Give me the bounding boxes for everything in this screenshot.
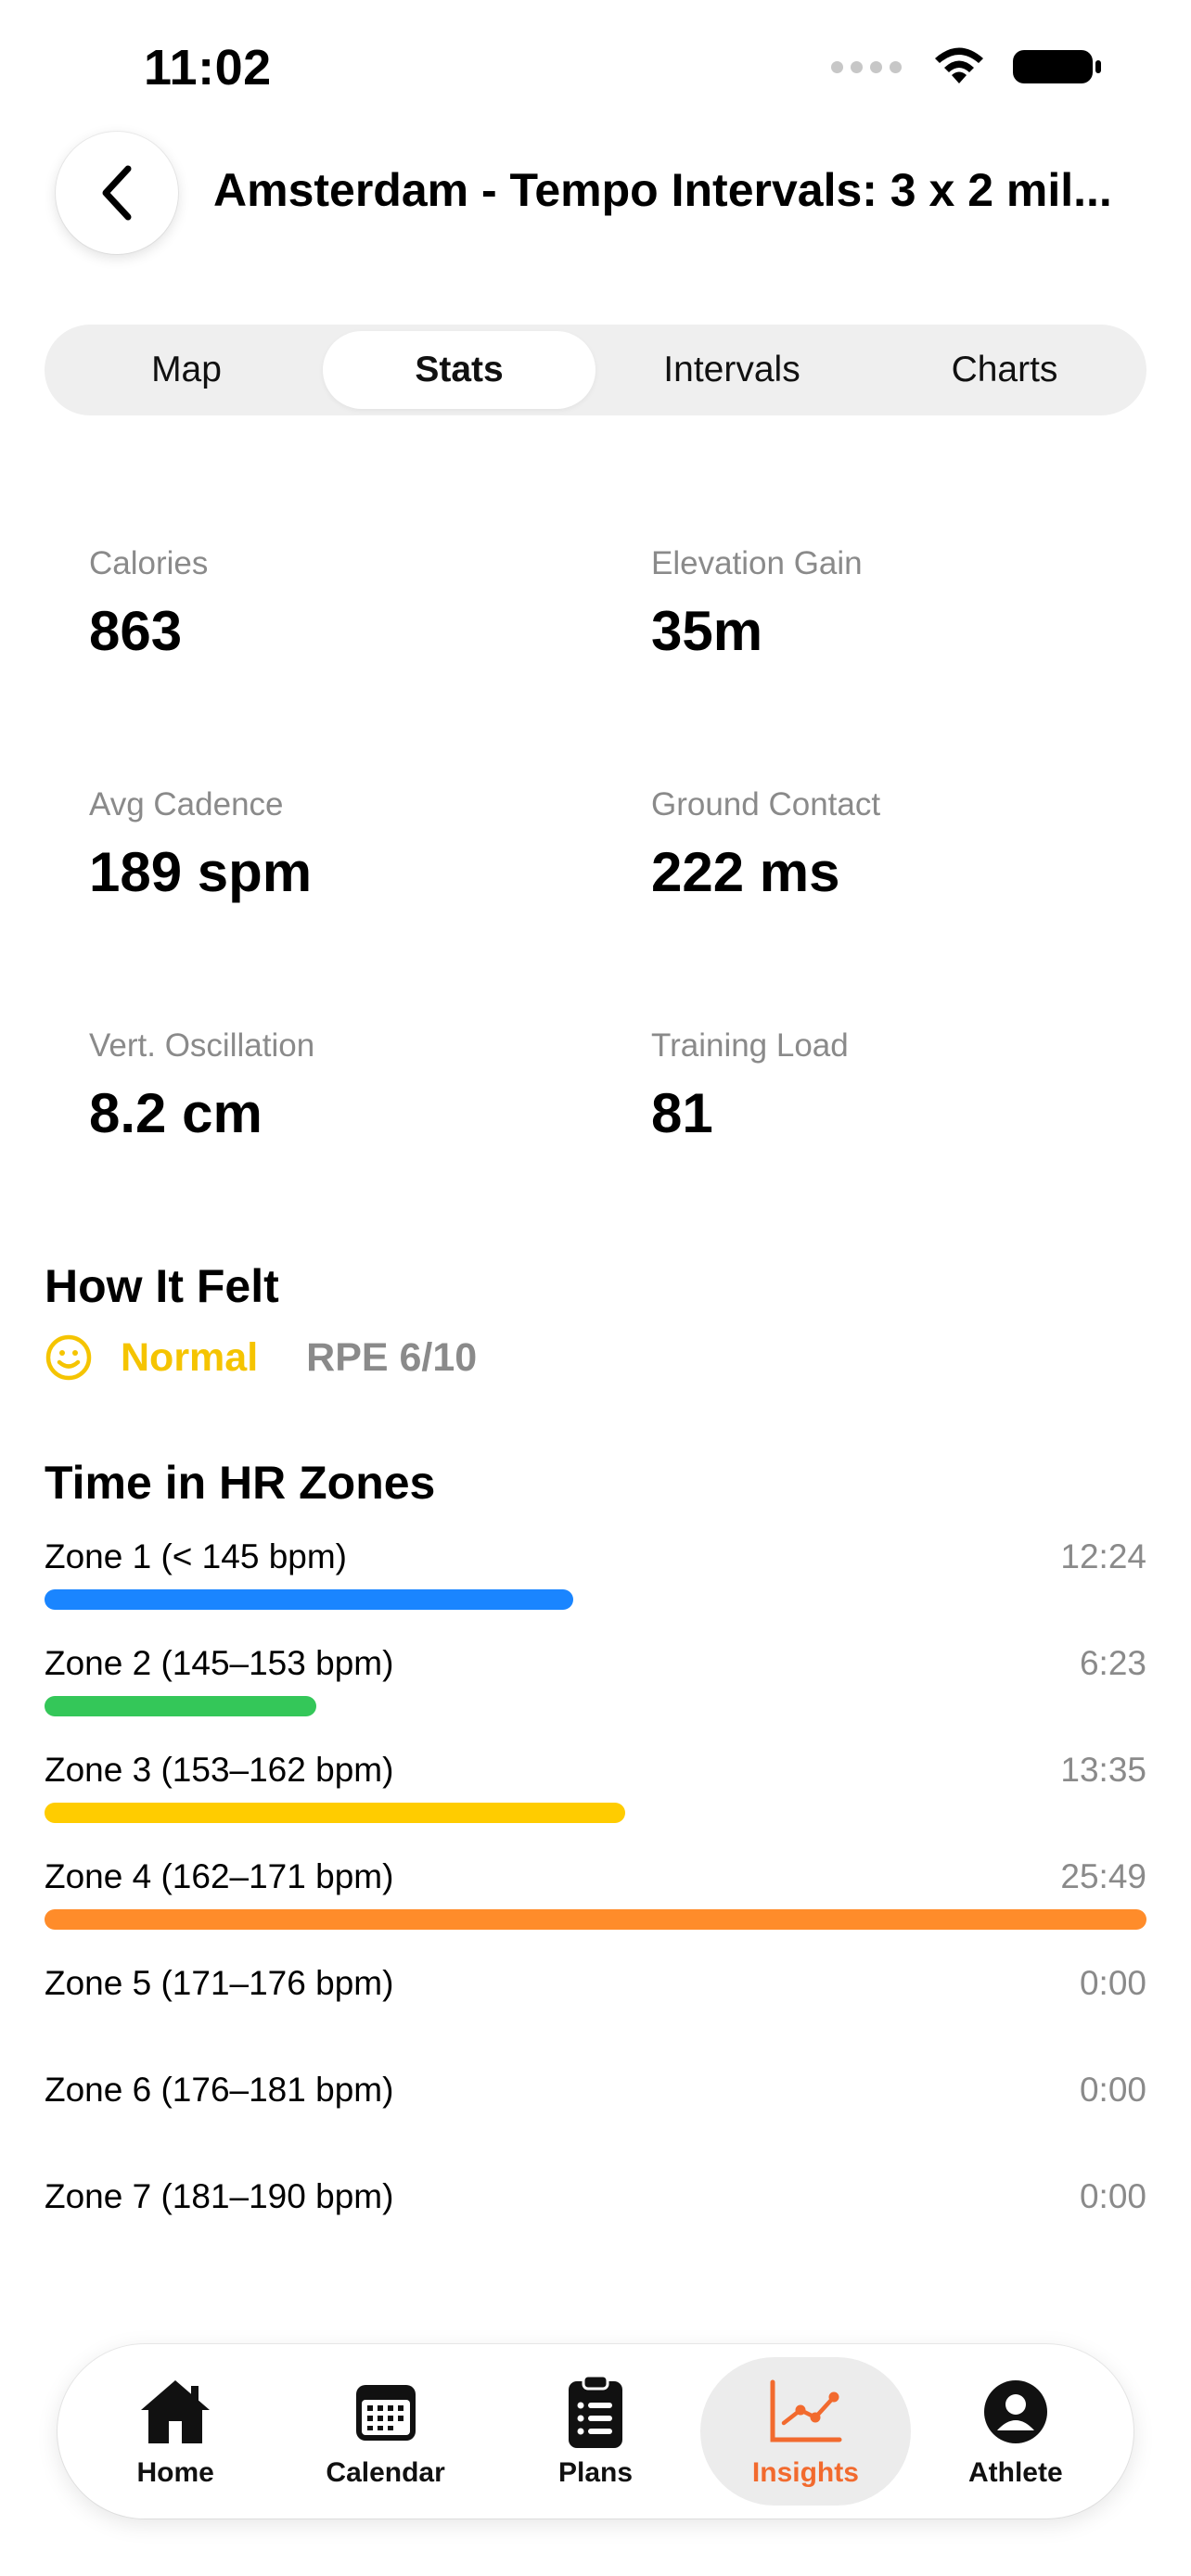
hr-zone-row: Zone 3 (153–162 bpm) 13:35 — [45, 1751, 1146, 1857]
stat-label: Vert. Oscillation — [89, 1027, 315, 1064]
zone-time: 12:24 — [1060, 1537, 1146, 1575]
rpe-value: RPE 6/10 — [306, 1334, 478, 1380]
hr-zone-row: Zone 4 (162–171 bpm) 25:49 — [45, 1857, 1146, 1964]
page-title: Amsterdam - Tempo Intervals: 3 x 2 mil..… — [213, 164, 1112, 216]
zone-name: Zone 1 (< 145 bpm) — [45, 1537, 347, 1575]
tab-label: Insights — [751, 2457, 859, 2488]
battery-icon — [1013, 50, 1101, 83]
zone-bar — [45, 1696, 317, 1716]
stat-training-load: Training Load 81 — [651, 1027, 1171, 1145]
tabbar-item-athlete[interactable]: Athlete — [911, 2357, 1121, 2506]
stat-value: 863 — [89, 600, 183, 662]
stat-avg-cadence: Avg Cadence 189 spm — [89, 786, 608, 904]
tab-stats[interactable]: Stats — [323, 331, 596, 409]
segmented-tabs: Map Stats Intervals Charts — [45, 325, 1146, 415]
zone-name: Zone 6 (176–181 bpm) — [45, 2071, 394, 2109]
hr-zones-title: Time in HR Zones — [45, 1457, 436, 1509]
stat-value: 8.2 cm — [89, 1082, 263, 1144]
zone-time: 0:00 — [1079, 2071, 1146, 2109]
tab-label: Home — [136, 2457, 214, 2488]
stat-label: Elevation Gain — [651, 545, 863, 581]
stat-value: 35m — [651, 600, 763, 662]
stat-elevation-gain: Elevation Gain 35m — [651, 545, 1171, 663]
zone-name: Zone 5 (171–176 bpm) — [45, 1964, 394, 2002]
zone-track — [45, 1803, 1146, 1823]
bottom-tab-bar: Home Calendar Plans Insights Athlete — [58, 2344, 1133, 2519]
stat-value: 81 — [651, 1082, 713, 1144]
zone-bar — [45, 1589, 574, 1610]
zone-name: Zone 7 (181–190 bpm) — [45, 2177, 394, 2215]
stat-label: Training Load — [651, 1027, 849, 1064]
smiley-icon — [45, 1334, 92, 1381]
zone-bar — [45, 1909, 1146, 1930]
stat-label: Ground Contact — [651, 786, 881, 823]
clipboard-icon — [557, 2374, 634, 2450]
zone-time: 0:00 — [1079, 1964, 1146, 2002]
hr-zone-row: Zone 6 (176–181 bpm) 0:00 — [45, 2071, 1146, 2177]
wifi-icon — [935, 47, 983, 83]
feeling-label: Normal — [121, 1334, 259, 1380]
zone-track — [45, 2016, 1146, 2036]
hr-zones-list: Zone 1 (< 145 bpm) 12:24 Zone 2 (145–153… — [45, 1537, 1146, 2284]
tab-label: Plans — [557, 2457, 634, 2488]
stat-calories: Calories 863 — [89, 545, 608, 663]
calendar-icon — [348, 2374, 424, 2450]
tab-intervals[interactable]: Intervals — [596, 331, 868, 409]
zone-track — [45, 1589, 1146, 1610]
zone-time: 25:49 — [1060, 1857, 1146, 1895]
person-circle-icon — [978, 2374, 1054, 2450]
house-icon — [137, 2374, 213, 2450]
zone-time: 6:23 — [1079, 1644, 1146, 1682]
zone-name: Zone 4 (162–171 bpm) — [45, 1857, 394, 1895]
hr-zone-row: Zone 7 (181–190 bpm) 0:00 — [45, 2177, 1146, 2284]
status-time: 11:02 — [144, 40, 272, 96]
signal-dots-icon — [831, 60, 902, 73]
hr-zone-row: Zone 5 (171–176 bpm) 0:00 — [45, 1964, 1146, 2071]
zone-track — [45, 2229, 1146, 2250]
zone-track — [45, 1696, 1146, 1716]
tabbar-item-plans[interactable]: Plans — [491, 2357, 700, 2506]
stat-value: 222 ms — [651, 841, 840, 903]
tab-charts[interactable]: Charts — [868, 331, 1141, 409]
stat-value: 189 spm — [89, 841, 313, 903]
felt-row: Normal RPE 6/10 — [45, 1333, 477, 1382]
zone-name: Zone 2 (145–153 bpm) — [45, 1644, 394, 1682]
stat-label: Calories — [89, 545, 209, 581]
zone-time: 13:35 — [1060, 1751, 1146, 1789]
stat-ground-contact: Ground Contact 222 ms — [651, 786, 1171, 904]
tabbar-item-calendar[interactable]: Calendar — [280, 2357, 490, 2506]
zone-name: Zone 3 (153–162 bpm) — [45, 1751, 394, 1789]
zone-track — [45, 2123, 1146, 2143]
workout-detail-screen: 11:02 Amsterdam - Tempo Intervals: 3 x 2… — [0, 0, 1191, 2576]
tab-map[interactable]: Map — [50, 331, 323, 409]
tab-label: Athlete — [967, 2457, 1063, 2488]
zone-bar — [45, 1803, 626, 1823]
chevron-left-icon — [102, 165, 132, 221]
zone-track — [45, 1909, 1146, 1930]
hr-zone-row: Zone 1 (< 145 bpm) 12:24 — [45, 1537, 1146, 1644]
back-button[interactable] — [56, 132, 178, 254]
chart-line-icon — [767, 2374, 843, 2450]
tabbar-item-insights[interactable]: Insights — [700, 2357, 911, 2506]
how-it-felt-title: How It Felt — [45, 1260, 279, 1312]
tabbar-item-home[interactable]: Home — [70, 2357, 280, 2506]
zone-time: 0:00 — [1079, 2177, 1146, 2215]
tab-label: Calendar — [326, 2457, 445, 2488]
hr-zone-row: Zone 2 (145–153 bpm) 6:23 — [45, 1644, 1146, 1751]
stat-label: Avg Cadence — [89, 786, 284, 823]
status-icons — [831, 46, 1104, 87]
stat-vert-oscillation: Vert. Oscillation 8.2 cm — [89, 1027, 608, 1145]
